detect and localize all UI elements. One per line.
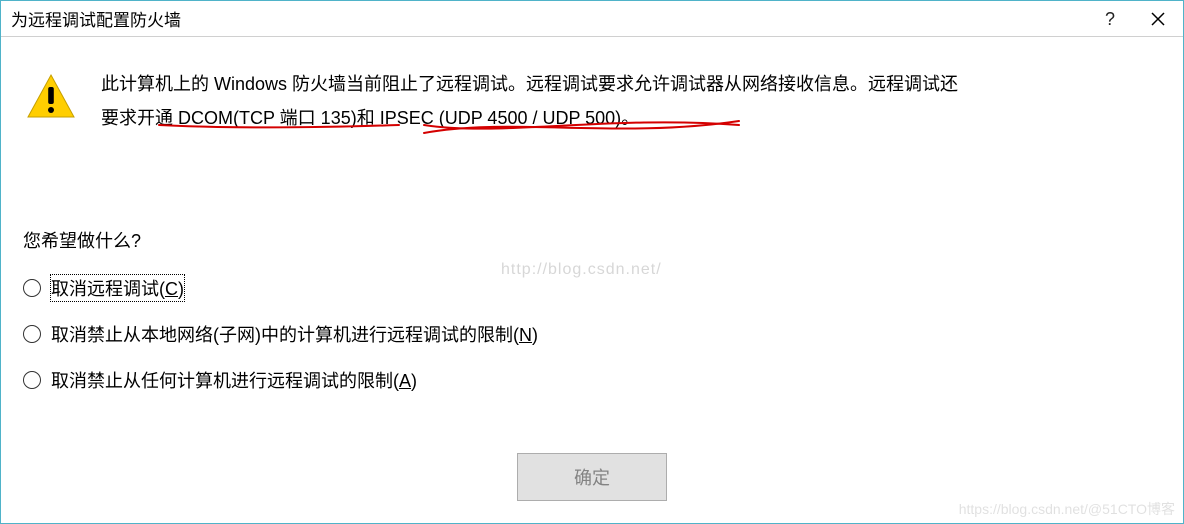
titlebar-buttons: ? [1087, 1, 1183, 37]
titlebar: 为远程调试配置防火墙 ? [1, 1, 1183, 37]
radio-icon [23, 279, 41, 297]
watermark-center: http://blog.csdn.net/ [501, 261, 662, 279]
warning-icon [23, 67, 79, 119]
close-button[interactable] [1133, 1, 1183, 37]
radio-option-2[interactable]: 取消禁止从任何计算机进行远程调试的限制(A) [23, 367, 1161, 393]
help-button[interactable]: ? [1087, 1, 1133, 37]
msg-line2-e: 。 [621, 108, 639, 128]
dialog-content: 此计算机上的 Windows 防火墙当前阻止了远程调试。远程调试要求允许调试器从… [1, 37, 1183, 431]
radio-label: 取消禁止从任何计算机进行远程调试的限制(A) [51, 367, 417, 393]
watermark-bottom-right: https://blog.csdn.net/@51CTO博客 [959, 499, 1175, 519]
button-row: 确定 [1, 453, 1183, 501]
radio-icon [23, 371, 41, 389]
radio-group: 取消远程调试(C) 取消禁止从本地网络(子网)中的计算机进行远程调试的限制(N) 取… [23, 275, 1161, 393]
msg-line2-b: DCOM(TCP 端口 135) [178, 108, 357, 128]
msg-line1: 此计算机上的 Windows 防火墙当前阻止了远程调试。远程调试要求允许调试器从… [101, 74, 958, 94]
window-title: 为远程调试配置防火墙 [11, 6, 181, 31]
dialog-window: 为远程调试配置防火墙 ? 此计算机上的 Windows 防火墙当前 [0, 0, 1184, 524]
radio-label: 取消禁止从本地网络(子网)中的计算机进行远程调试的限制(N) [51, 321, 538, 347]
msg-line2-d: IPSEC (UDP 4500 / UDP 500) [380, 108, 621, 128]
radio-icon [23, 325, 41, 343]
msg-line2-a: 要求开通 [101, 108, 178, 128]
radio-option-1[interactable]: 取消禁止从本地网络(子网)中的计算机进行远程调试的限制(N) [23, 321, 1161, 347]
msg-line2-c: 和 [357, 108, 380, 128]
message-text: 此计算机上的 Windows 防火墙当前阻止了远程调试。远程调试要求允许调试器从… [79, 67, 1161, 135]
message-row: 此计算机上的 Windows 防火墙当前阻止了远程调试。远程调试要求允许调试器从… [23, 67, 1161, 135]
help-icon: ? [1105, 9, 1115, 30]
close-icon [1151, 12, 1165, 26]
ok-button-label: 确定 [574, 464, 610, 490]
ok-button[interactable]: 确定 [517, 453, 667, 501]
prompt-text: 您希望做什么? [23, 227, 1161, 253]
radio-label: 取消远程调试(C) [51, 275, 184, 301]
